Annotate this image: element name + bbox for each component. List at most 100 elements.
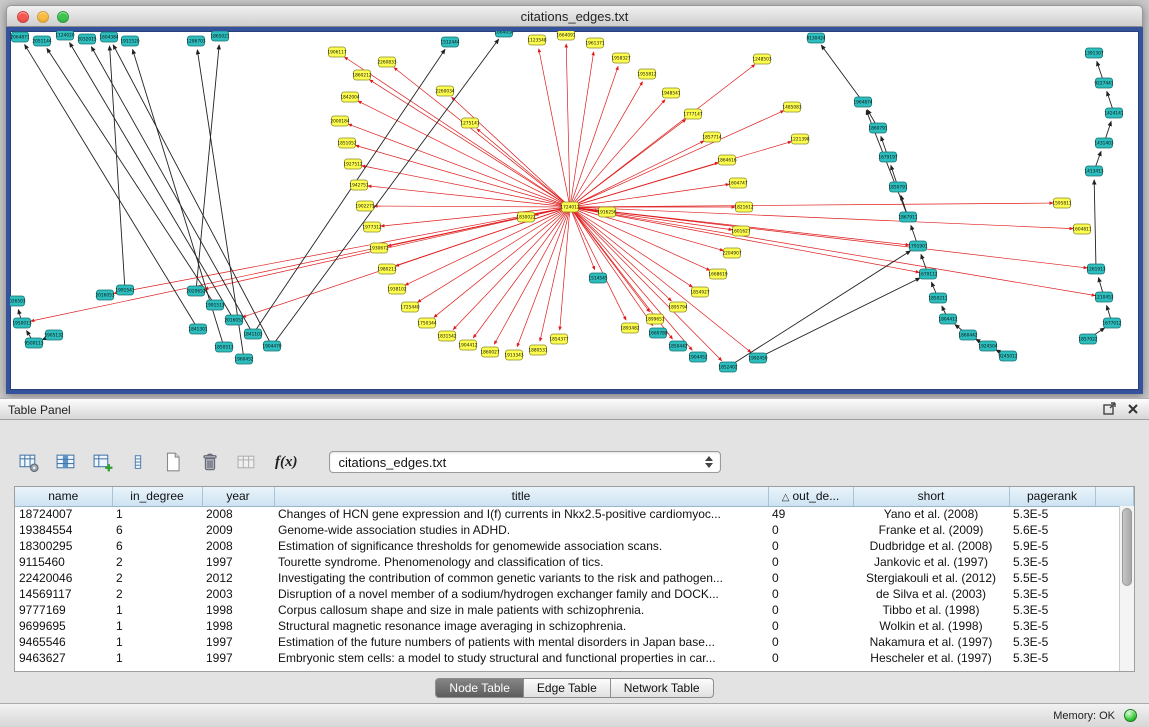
network-edge[interactable] bbox=[728, 251, 910, 367]
network-edge[interactable] bbox=[358, 101, 570, 207]
network-edge[interactable] bbox=[821, 45, 863, 102]
network-node[interactable]: 1830022 bbox=[516, 212, 535, 222]
network-node[interactable]: 1248503 bbox=[752, 54, 771, 64]
network-node[interactable]: 2000184 bbox=[330, 116, 349, 126]
network-node[interactable]: 1860791 bbox=[868, 123, 887, 133]
network-node[interactable]: 1860027 bbox=[480, 347, 499, 357]
network-edge[interactable] bbox=[394, 68, 570, 207]
network-node[interactable]: 2204907 bbox=[722, 248, 741, 258]
network-node[interactable]: 1924504 bbox=[978, 341, 997, 351]
column-header-pagerank[interactable]: pagerank bbox=[1009, 487, 1095, 506]
network-node[interactable]: 1906117 bbox=[327, 47, 346, 57]
network-node[interactable]: 1857714 bbox=[702, 132, 721, 142]
network-node[interactable]: 1960452 bbox=[234, 354, 253, 364]
network-edge[interactable] bbox=[758, 278, 920, 358]
network-node[interactable]: 1604811 bbox=[1072, 224, 1091, 234]
network-node[interactable]: 1895794 bbox=[668, 302, 687, 312]
function-builder-button[interactable]: f(x) bbox=[271, 454, 302, 471]
table-row[interactable]: 1872400712008Changes of HCN gene express… bbox=[15, 506, 1134, 522]
network-node[interactable]: 1961371 bbox=[585, 38, 604, 48]
scrollbar-thumb[interactable] bbox=[1122, 508, 1132, 586]
network-node[interactable]: 1210453 bbox=[1094, 292, 1113, 302]
network-edge[interactable] bbox=[368, 186, 570, 207]
network-edge[interactable] bbox=[452, 97, 570, 207]
network-node[interactable]: 1677012 bbox=[1102, 318, 1121, 328]
vertical-scrollbar[interactable] bbox=[1119, 506, 1134, 671]
column-header-year[interactable]: year bbox=[202, 487, 274, 506]
column-header-title[interactable]: title bbox=[274, 487, 768, 506]
network-node[interactable]: 1904412 bbox=[458, 340, 477, 350]
network-node[interactable]: 1286703 bbox=[186, 36, 205, 46]
network-node[interactable]: 1821612 bbox=[734, 202, 753, 212]
network-edge[interactable] bbox=[453, 207, 570, 329]
network-node[interactable]: 1850513 bbox=[214, 342, 233, 352]
table-row[interactable]: 1938455462009Genome-wide association stu… bbox=[15, 522, 1134, 538]
network-edge[interactable] bbox=[477, 129, 570, 207]
network-node[interactable]: 2051144 bbox=[32, 36, 51, 46]
network-node[interactable]: 1841103 bbox=[243, 329, 262, 339]
network-node[interactable]: 1992450 bbox=[748, 353, 767, 363]
network-node[interactable]: 1804412 bbox=[938, 314, 957, 324]
network-node[interactable]: 2026503 bbox=[10, 296, 26, 306]
network-view-canvas[interactable]: 1724012190611718602122260833184200420001… bbox=[6, 27, 1143, 394]
network-node[interactable]: 1860442 bbox=[958, 330, 977, 340]
network-node[interactable]: 1850211 bbox=[928, 293, 947, 303]
network-edge[interactable] bbox=[25, 45, 198, 329]
network-node[interactable]: 1391307 bbox=[1084, 48, 1103, 58]
network-edge[interactable] bbox=[570, 207, 653, 326]
tab-edge-table[interactable]: Edge Table bbox=[524, 678, 611, 698]
network-node[interactable]: 1413413 bbox=[1084, 166, 1103, 176]
network-edge[interactable] bbox=[494, 207, 570, 344]
table-mode-button[interactable] bbox=[16, 450, 42, 475]
new-document-button[interactable] bbox=[160, 449, 186, 475]
window-titlebar[interactable]: citations_edges.txt bbox=[6, 5, 1143, 27]
network-node[interactable]: 1850442 bbox=[668, 341, 687, 351]
network-node[interactable]: 1842004 bbox=[340, 92, 359, 102]
network-node[interactable]: 1927512 bbox=[343, 159, 362, 169]
network-node[interactable]: 1852402 bbox=[718, 362, 737, 372]
network-node[interactable]: 1857022 bbox=[1078, 334, 1097, 344]
network-node[interactable]: 1123548 bbox=[527, 35, 546, 45]
network-graph[interactable]: 1724012190611718602122260833184200420001… bbox=[10, 31, 1139, 390]
network-node[interactable]: 1864616 bbox=[717, 155, 736, 165]
network-node[interactable]: 1660788 bbox=[648, 328, 667, 338]
network-node[interactable]: 1899651 bbox=[645, 314, 664, 324]
network-node[interactable]: 1904470 bbox=[262, 341, 281, 351]
network-node[interactable]: 1930672 bbox=[369, 243, 388, 253]
network-node[interactable]: 1668619 bbox=[708, 269, 727, 279]
table-row[interactable]: 1830029562008Estimation of significance … bbox=[15, 538, 1134, 554]
network-node[interactable]: 2260833 bbox=[377, 57, 396, 67]
network-node[interactable]: 1860212 bbox=[352, 70, 371, 80]
network-node[interactable]: 1955812 bbox=[637, 69, 656, 79]
table-row[interactable]: 977716911998Corpus callosum shape and si… bbox=[15, 602, 1134, 618]
network-node[interactable]: 1880531 bbox=[528, 345, 547, 355]
edit-table-button[interactable] bbox=[90, 450, 116, 475]
network-node[interactable]: 1791901 bbox=[908, 241, 927, 251]
network-node[interactable]: 1777147 bbox=[683, 109, 702, 119]
network-node[interactable]: 1275141 bbox=[460, 118, 479, 128]
network-node[interactable]: 1958327 bbox=[611, 53, 630, 63]
close-panel-icon[interactable] bbox=[1127, 403, 1139, 415]
network-node[interactable]: 1850791 bbox=[888, 182, 907, 192]
network-node[interactable]: 1938102 bbox=[387, 284, 406, 294]
network-edge[interactable] bbox=[570, 184, 729, 207]
network-node[interactable]: 2016053 bbox=[95, 290, 114, 300]
network-node[interactable]: 1867911 bbox=[898, 212, 917, 222]
column-button[interactable] bbox=[127, 450, 149, 475]
network-edge[interactable] bbox=[570, 64, 755, 207]
table-row[interactable]: 2242004622012Investigating the contribut… bbox=[15, 570, 1134, 586]
network-edge[interactable] bbox=[570, 207, 722, 361]
network-edge[interactable] bbox=[560, 207, 570, 330]
network-node[interactable]: 1913343 bbox=[504, 350, 523, 360]
table-row[interactable]: 946554611997Estimation of the future num… bbox=[15, 634, 1134, 650]
network-edge[interactable] bbox=[570, 207, 1095, 296]
network-node[interactable]: 1893482 bbox=[620, 323, 639, 333]
network-node[interactable]: 1991513 bbox=[205, 300, 224, 310]
float-panel-icon[interactable] bbox=[1103, 402, 1117, 415]
network-node[interactable]: 2016052 bbox=[224, 315, 243, 325]
network-node[interactable]: 1902275 bbox=[355, 201, 374, 211]
network-node[interactable]: 1431403 bbox=[1094, 138, 1113, 148]
network-node[interactable]: 1601627 bbox=[731, 226, 750, 236]
network-node[interactable]: 2032015 bbox=[77, 34, 96, 44]
network-node[interactable]: 1854927 bbox=[690, 287, 709, 297]
